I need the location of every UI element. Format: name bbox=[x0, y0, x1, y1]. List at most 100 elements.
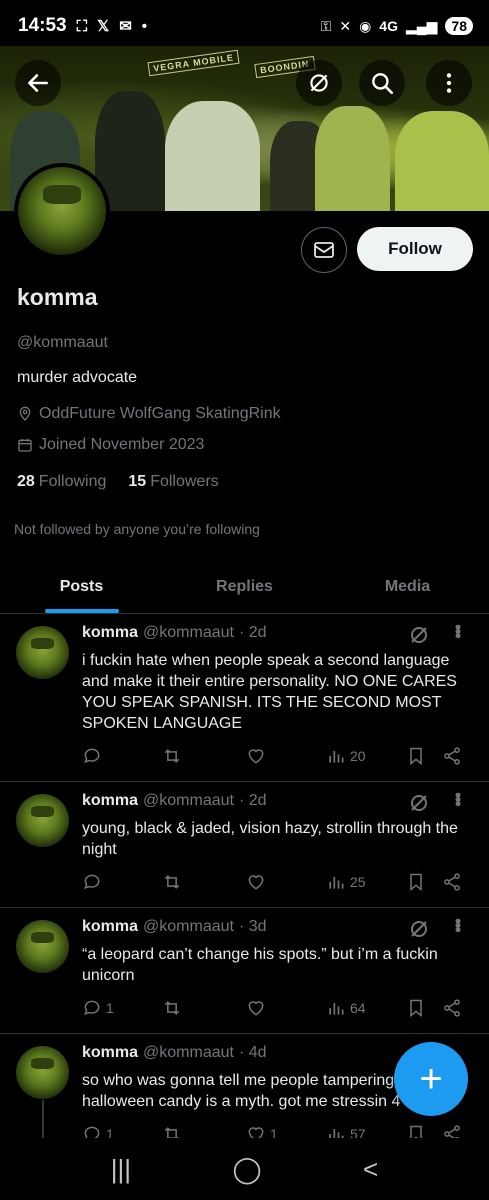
post-actions: 20 bbox=[82, 746, 472, 770]
share-icon bbox=[444, 1125, 460, 1138]
mail-notification-icon: ✉ bbox=[119, 18, 132, 35]
bookmark-button[interactable] bbox=[406, 872, 426, 892]
repost-button[interactable] bbox=[162, 1124, 182, 1138]
views-icon bbox=[329, 877, 344, 889]
reply-icon bbox=[84, 874, 100, 889]
post-text: i fuckin hate when people speak a second… bbox=[82, 652, 457, 732]
views-button[interactable]: 20 bbox=[326, 746, 366, 766]
bookmark-button[interactable] bbox=[406, 746, 426, 766]
grok-icon[interactable] bbox=[407, 917, 431, 941]
repost-button[interactable] bbox=[162, 872, 182, 892]
repost-icon bbox=[164, 1127, 180, 1138]
status-bar: 14:53 ⛶ 𝕏 ✉ • ⚿ ✕ ◉ 4G ▂▄▆ 78 bbox=[0, 0, 489, 52]
bookmark-button[interactable] bbox=[406, 1124, 426, 1138]
battery-indicator: 78 bbox=[445, 17, 473, 35]
network-type: 4G bbox=[379, 18, 398, 34]
bookmark-icon bbox=[410, 747, 422, 766]
profile-avatar[interactable] bbox=[14, 163, 110, 259]
share-button[interactable] bbox=[442, 998, 462, 1018]
share-button[interactable] bbox=[442, 1124, 462, 1138]
post-avatar[interactable] bbox=[16, 794, 69, 847]
post-text: “a leopard can’t change his spots.” but … bbox=[82, 946, 438, 984]
tab-media[interactable]: Media bbox=[326, 560, 489, 613]
tab-posts[interactable]: Posts bbox=[0, 560, 163, 613]
follow-button[interactable]: Follow bbox=[357, 227, 473, 271]
post-time: · 4d bbox=[238, 1044, 267, 1061]
reply-button[interactable]: 1 bbox=[82, 998, 114, 1018]
post-item[interactable]: komma @kommaaut · 2d ••• i fuckin hate w… bbox=[0, 614, 489, 782]
like-icon bbox=[248, 875, 264, 890]
like-button[interactable] bbox=[246, 998, 266, 1018]
post-item[interactable]: komma @kommaaut · 3d ••• “a leopard can’… bbox=[0, 908, 489, 1034]
bookmark-button[interactable] bbox=[406, 998, 426, 1018]
tab-replies[interactable]: Replies bbox=[163, 560, 326, 613]
like-button[interactable] bbox=[246, 746, 266, 766]
followers-label: Followers bbox=[150, 473, 219, 490]
post-text: so who was gonna tell me people tamperin… bbox=[82, 1072, 401, 1110]
profile-handle: @kommaaut bbox=[17, 334, 108, 351]
like-icon bbox=[248, 1127, 264, 1138]
compose-post-button[interactable]: + bbox=[394, 1042, 468, 1116]
reply-button[interactable] bbox=[82, 746, 106, 766]
repost-button[interactable] bbox=[162, 746, 182, 766]
share-icon bbox=[444, 999, 460, 1017]
views-icon bbox=[329, 1129, 344, 1138]
post-author-handle: @kommaaut bbox=[143, 792, 234, 809]
banner-figure bbox=[315, 106, 390, 211]
search-button[interactable] bbox=[359, 60, 405, 106]
view-count: 25 bbox=[350, 874, 366, 890]
profile-display-name: komma bbox=[17, 284, 98, 310]
recent-apps-icon[interactable]: ||| bbox=[111, 1154, 131, 1185]
more-options-button[interactable] bbox=[426, 60, 472, 106]
grok-icon[interactable] bbox=[407, 623, 431, 647]
post-more-icon[interactable]: ••• bbox=[448, 792, 468, 805]
followers-link[interactable]: 15 Followers bbox=[128, 473, 218, 491]
profile-location: OddFuture WolfGang SkatingRink bbox=[17, 405, 281, 423]
location-text: OddFuture WolfGang SkatingRink bbox=[39, 405, 281, 422]
bookmark-icon bbox=[410, 999, 422, 1018]
views-button[interactable]: 57 bbox=[326, 1124, 366, 1138]
home-icon[interactable]: ◯ bbox=[232, 1154, 261, 1185]
like-button[interactable]: 1 bbox=[246, 1124, 278, 1138]
grok-icon bbox=[310, 74, 328, 92]
post-item[interactable]: komma @kommaaut · 2d ••• young, black & … bbox=[0, 782, 489, 908]
back-button[interactable] bbox=[15, 60, 61, 106]
post-more-icon[interactable]: ••• bbox=[448, 918, 468, 931]
key-icon: ⚿ bbox=[320, 17, 332, 34]
followers-count: 15 bbox=[128, 473, 147, 490]
grok-icon[interactable] bbox=[407, 791, 431, 815]
following-link[interactable]: 28 Following bbox=[17, 473, 106, 491]
back-nav-icon[interactable]: < bbox=[363, 1154, 378, 1185]
message-button[interactable] bbox=[301, 227, 347, 273]
post-time: · 3d bbox=[238, 918, 267, 935]
post-more-icon[interactable]: ••• bbox=[448, 624, 468, 637]
post-author-name[interactable]: komma bbox=[82, 1044, 138, 1062]
view-count: 64 bbox=[350, 1000, 366, 1016]
like-button[interactable] bbox=[246, 872, 266, 892]
post-avatar[interactable] bbox=[16, 626, 69, 679]
grok-button[interactable] bbox=[296, 60, 342, 106]
reply-button[interactable]: 1 bbox=[82, 1124, 114, 1138]
more-vertical-icon bbox=[446, 73, 452, 93]
banner-sign: VEGRA MOBILE bbox=[147, 49, 240, 77]
repost-button[interactable] bbox=[162, 998, 182, 1018]
reply-icon bbox=[84, 748, 100, 763]
profile-bio: murder advocate bbox=[17, 369, 138, 386]
banner-figure bbox=[395, 111, 489, 211]
bookmark-icon bbox=[410, 873, 422, 892]
like-count: 1 bbox=[270, 1126, 278, 1138]
thread-line bbox=[42, 1100, 44, 1138]
mute-icon: ✕ bbox=[339, 17, 352, 34]
post-avatar[interactable] bbox=[16, 1046, 69, 1099]
signal-icon: ▂▄▆ bbox=[405, 17, 438, 34]
joined-text: Joined November 2023 bbox=[39, 436, 205, 453]
post-author-name[interactable]: komma bbox=[82, 792, 138, 810]
views-button[interactable]: 25 bbox=[326, 872, 366, 892]
reply-button[interactable] bbox=[82, 872, 106, 892]
share-button[interactable] bbox=[442, 872, 462, 892]
share-button[interactable] bbox=[442, 746, 462, 766]
views-button[interactable]: 64 bbox=[326, 998, 366, 1018]
post-author-name[interactable]: komma bbox=[82, 918, 138, 936]
post-avatar[interactable] bbox=[16, 920, 69, 973]
post-author-name[interactable]: komma bbox=[82, 624, 138, 642]
